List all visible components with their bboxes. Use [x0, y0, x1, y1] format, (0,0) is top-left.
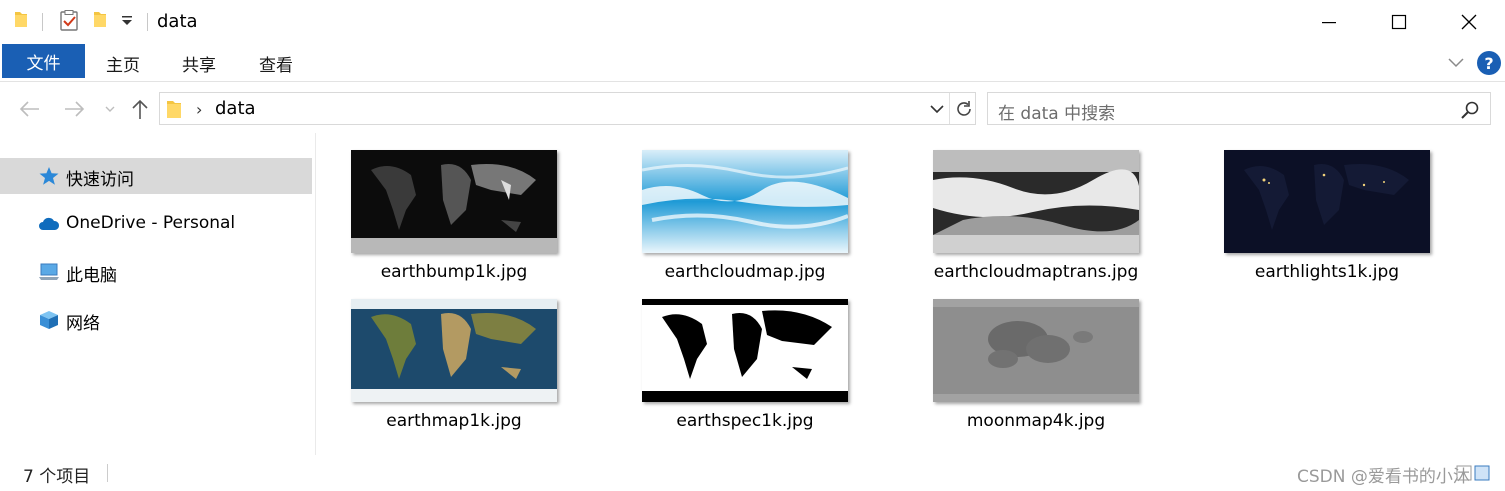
- help-icon[interactable]: ?: [1477, 51, 1501, 75]
- tab-file[interactable]: 文件: [2, 44, 85, 78]
- nav-item-label: 此电脑: [66, 266, 117, 286]
- file-name[interactable]: earthspec1k.jpg: [615, 411, 875, 431]
- nav-item-label: 快速访问: [66, 170, 134, 190]
- nav-item-label: OneDrive - Personal: [66, 213, 236, 233]
- nav-item-network[interactable]: 网络: [0, 302, 312, 338]
- breadcrumb-data[interactable]: data: [215, 98, 256, 119]
- breadcrumb-separator[interactable]: ›: [196, 100, 202, 119]
- recent-locations-button[interactable]: [98, 97, 122, 121]
- file-thumbnail[interactable]: [1224, 150, 1430, 253]
- status-bar: 7 个项目 CSDN @爱看书的小沐: [0, 455, 1505, 491]
- view-toggle-icons[interactable]: [1449, 463, 1493, 483]
- star-icon: [39, 167, 59, 185]
- window-title: data: [157, 11, 198, 32]
- maximize-button[interactable]: [1364, 0, 1434, 44]
- file-thumbnail[interactable]: [642, 299, 848, 402]
- navigation-pane: 快速访问 OneDrive - Personal 此电脑 网络: [0, 133, 316, 455]
- address-row: › data 在 data 中搜索: [0, 83, 1505, 133]
- tab-home[interactable]: 主页: [106, 44, 140, 82]
- network-icon: [40, 311, 58, 329]
- computer-icon: [39, 263, 59, 280]
- file-thumbnail[interactable]: [933, 299, 1139, 402]
- up-button[interactable]: [128, 97, 152, 121]
- watermark: CSDN @爱看书的小沐: [1297, 467, 1470, 487]
- ribbon: 文件 主页 共享 查看 ?: [0, 44, 1505, 82]
- nav-item-label: 网络: [66, 314, 100, 334]
- address-bar[interactable]: › data: [159, 92, 976, 125]
- back-button[interactable]: [18, 97, 42, 121]
- folder-icon: [167, 101, 181, 118]
- expand-ribbon-icon[interactable]: [1446, 52, 1466, 72]
- file-name[interactable]: moonmap4k.jpg: [906, 411, 1166, 431]
- file-name[interactable]: earthbump1k.jpg: [324, 262, 584, 282]
- close-button[interactable]: [1434, 0, 1504, 44]
- tab-view[interactable]: 查看: [259, 44, 293, 82]
- file-thumbnail[interactable]: [933, 150, 1139, 253]
- tab-share[interactable]: 共享: [182, 44, 216, 82]
- forward-arrow-icon: [65, 101, 85, 117]
- new-folder-icon[interactable]: [93, 10, 107, 28]
- folder-icon[interactable]: [14, 10, 28, 28]
- maximize-icon: [1391, 14, 1407, 30]
- search-box[interactable]: 在 data 中搜索: [987, 92, 1491, 125]
- up-arrow-icon: [132, 99, 148, 119]
- nav-item-onedrive[interactable]: OneDrive - Personal: [0, 206, 312, 242]
- properties-icon[interactable]: [59, 10, 79, 32]
- file-name[interactable]: earthlights1k.jpg: [1197, 262, 1457, 282]
- title-bar: data: [0, 0, 1505, 44]
- refresh-icon[interactable]: [953, 98, 975, 120]
- file-thumbnail[interactable]: [351, 299, 557, 402]
- file-thumbnail[interactable]: [351, 150, 557, 253]
- search-icon[interactable]: [1460, 100, 1480, 120]
- chevron-down-icon[interactable]: [927, 99, 947, 119]
- file-name[interactable]: earthcloudmap.jpg: [615, 262, 875, 282]
- file-name[interactable]: earthcloudmaptrans.jpg: [906, 262, 1166, 282]
- back-arrow-icon: [19, 101, 39, 117]
- minimize-icon: [1322, 22, 1336, 24]
- nav-item-this-pc[interactable]: 此电脑: [0, 254, 312, 290]
- cloud-icon: [39, 217, 60, 230]
- nav-item-quick-access[interactable]: 快速访问: [0, 158, 312, 194]
- file-name[interactable]: earthmap1k.jpg: [324, 411, 584, 431]
- chevron-down-icon: [105, 106, 115, 112]
- file-view: earthbump1k.jpg earthcloudmap.jpg earthclo…: [317, 133, 1505, 455]
- forward-button[interactable]: [62, 97, 86, 121]
- customize-toolbar-icon[interactable]: [120, 14, 134, 28]
- item-count: 7 个项目: [23, 467, 91, 487]
- close-icon: [1461, 14, 1477, 30]
- search-input[interactable]: 在 data 中搜索: [998, 99, 1115, 124]
- file-thumbnail[interactable]: [642, 150, 848, 253]
- minimize-button[interactable]: [1294, 0, 1364, 44]
